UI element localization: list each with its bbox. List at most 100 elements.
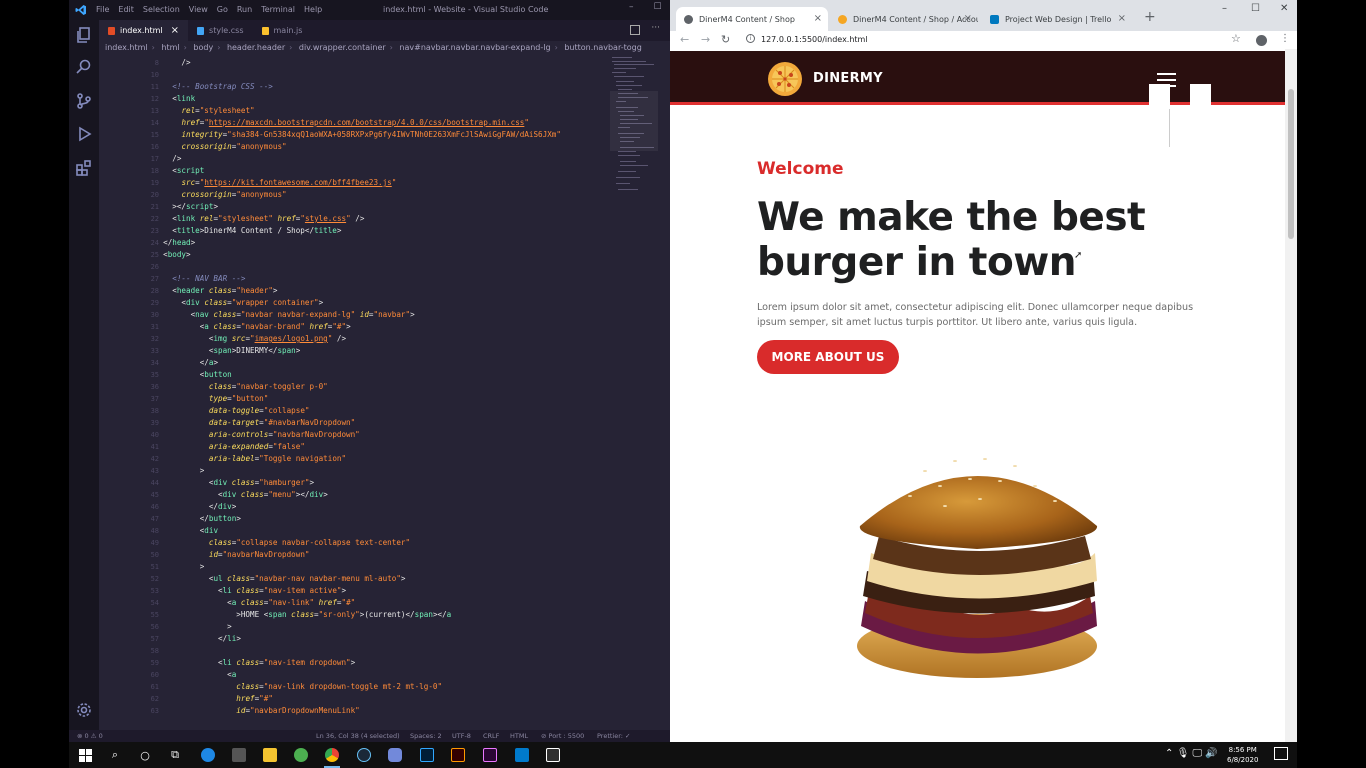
code-line: integrity="sha384-Gn5384xqQ1aoWXA+058RXP… bbox=[181, 130, 561, 139]
task-view-icon[interactable]: ⧉ bbox=[167, 747, 183, 763]
menu-run[interactable]: Run bbox=[237, 5, 252, 14]
bookmark-star-icon[interactable]: ☆ bbox=[1231, 32, 1241, 45]
code-editor[interactable]: 8 10 11 12 13 14 15 16 17 18 19 20 21 22 23 24 25 26 27 28 2… bbox=[99, 55, 670, 730]
indentation-setting[interactable]: Spaces: 2 bbox=[410, 732, 442, 740]
network-icon[interactable]: 🖵 bbox=[1192, 748, 1202, 759]
new-tab-icon[interactable]: + bbox=[1144, 9, 1156, 25]
split-editor-icon[interactable] bbox=[630, 25, 640, 35]
extensions-icon[interactable] bbox=[76, 160, 92, 176]
photoshop-icon[interactable] bbox=[419, 747, 435, 763]
code-line: href="https://maxcdn.bootstrapcdn.com/bo… bbox=[181, 118, 529, 127]
burger-image bbox=[857, 458, 1098, 678]
microphone-icon[interactable]: 🎙 bbox=[1177, 748, 1190, 759]
vscode-titlebar: File Edit Selection View Go Run Terminal… bbox=[69, 0, 670, 20]
steam-icon[interactable] bbox=[356, 747, 372, 763]
tab-index-html[interactable]: index.html × bbox=[99, 20, 189, 41]
menu-terminal[interactable]: Terminal bbox=[261, 5, 295, 14]
breadcrumb-item[interactable]: nav#navbar.navbar.navbar-expand-lg bbox=[399, 43, 550, 52]
source-control-icon[interactable] bbox=[76, 93, 92, 109]
scrollbar-thumb[interactable] bbox=[1288, 89, 1294, 239]
edge-icon[interactable] bbox=[200, 747, 216, 763]
menu-edit[interactable]: Edit bbox=[118, 5, 134, 14]
volume-icon[interactable]: 🔊 bbox=[1205, 748, 1217, 759]
discord-icon[interactable] bbox=[387, 747, 403, 763]
browser-tab-account[interactable]: DinerM4 Content / Shop / Accou × bbox=[830, 7, 978, 31]
search-icon[interactable] bbox=[76, 59, 92, 75]
editor-scrollbar[interactable] bbox=[662, 55, 670, 730]
code-line: > bbox=[154, 622, 232, 631]
run-debug-icon[interactable] bbox=[76, 126, 92, 142]
code-text[interactable]: /> <!-- Bootstrap CSS --> <link rel="sty… bbox=[154, 55, 614, 730]
menu-go[interactable]: Go bbox=[217, 5, 228, 14]
premiere-icon[interactable] bbox=[482, 747, 498, 763]
more-about-us-button[interactable]: MORE ABOUT US bbox=[757, 340, 899, 374]
tab-main-js[interactable]: main.js bbox=[253, 20, 312, 41]
store-icon[interactable] bbox=[231, 747, 247, 763]
code-line: aria-expanded="false" bbox=[208, 442, 305, 451]
code-line: class="nav-link dropdown-toggle mt-2 mt-… bbox=[236, 682, 443, 691]
kebab-menu-icon[interactable]: ⋮ bbox=[1280, 33, 1290, 44]
breadcrumb-item[interactable]: body bbox=[193, 43, 213, 52]
clock[interactable]: 8:56 PM 6/8/2020 bbox=[1227, 745, 1258, 765]
tab-style-css[interactable]: style.css bbox=[188, 20, 252, 41]
encoding-setting[interactable]: UTF-8 bbox=[452, 732, 471, 740]
profile-avatar-icon[interactable] bbox=[1256, 35, 1267, 46]
brand-name[interactable]: DINERMY bbox=[813, 71, 883, 86]
more-actions-icon[interactable]: ··· bbox=[651, 23, 660, 33]
pizza-logo-icon[interactable] bbox=[767, 61, 803, 97]
reload-icon[interactable]: ↻ bbox=[721, 33, 730, 46]
close-tab-icon[interactable]: × bbox=[814, 13, 822, 24]
explorer-icon[interactable] bbox=[76, 27, 92, 43]
app-icon[interactable] bbox=[293, 747, 309, 763]
code-line: <img src="images/logo1.png" /> bbox=[154, 334, 347, 343]
language-mode[interactable]: HTML bbox=[510, 732, 528, 740]
code-line: </div> bbox=[154, 502, 237, 511]
cortana-icon[interactable]: ○ bbox=[137, 747, 153, 763]
close-tab-icon[interactable]: × bbox=[1118, 13, 1126, 24]
desktop: File Edit Selection View Go Run Terminal… bbox=[0, 0, 1366, 768]
live-server-port[interactable]: ⊘ Port : 5500 bbox=[541, 732, 584, 740]
page-scrollbar[interactable] bbox=[1285, 49, 1297, 742]
forward-arrow-icon[interactable]: → bbox=[701, 33, 710, 46]
browser-tab-trello[interactable]: Project Web Design | Trello × bbox=[982, 7, 1132, 31]
vscode-icon[interactable] bbox=[514, 747, 530, 763]
breadcrumb-item[interactable]: html bbox=[161, 43, 179, 52]
site-info-icon[interactable]: i bbox=[746, 34, 755, 43]
maximize-icon[interactable]: ☐ bbox=[654, 2, 662, 12]
chrome-icon[interactable] bbox=[324, 747, 340, 763]
breadcrumb-item[interactable]: index.html bbox=[105, 43, 148, 52]
close-tab-icon[interactable]: × bbox=[171, 25, 179, 36]
close-window-icon[interactable]: ✕ bbox=[1280, 3, 1288, 14]
minimap[interactable] bbox=[610, 55, 658, 255]
menu-selection[interactable]: Selection bbox=[143, 5, 180, 14]
minimize-icon[interactable]: – bbox=[629, 2, 634, 12]
white-block bbox=[1190, 84, 1211, 109]
address-bar[interactable]: 127.0.0.1:5500/index.html bbox=[761, 35, 868, 44]
prettier-status[interactable]: Prettier: ✓ bbox=[597, 732, 631, 740]
show-hidden-icons-icon[interactable]: ⌃ bbox=[1165, 748, 1173, 759]
close-tab-icon[interactable]: × bbox=[964, 13, 972, 24]
eol-setting[interactable]: CRLF bbox=[483, 732, 499, 740]
menu-help[interactable]: Help bbox=[304, 5, 322, 14]
breadcrumb-item[interactable]: header.header bbox=[227, 43, 285, 52]
menu-file[interactable]: File bbox=[96, 5, 109, 14]
browser-tab-shop[interactable]: DinerM4 Content / Shop × bbox=[676, 7, 828, 31]
breadcrumb-item[interactable]: div.wrapper.container bbox=[299, 43, 386, 52]
illustrator-icon[interactable] bbox=[450, 747, 466, 763]
breadcrumb-item[interactable]: button.navbar-togg bbox=[564, 43, 641, 52]
notification-center-icon[interactable] bbox=[1274, 747, 1288, 760]
problems-indicator[interactable]: ⊗ 0 ⚠ 0 bbox=[77, 732, 103, 740]
cursor-position[interactable]: Ln 36, Col 38 (4 selected) bbox=[316, 732, 400, 740]
maximize-icon[interactable]: ☐ bbox=[1251, 3, 1260, 14]
file-explorer-icon[interactable] bbox=[262, 747, 278, 763]
menu-view[interactable]: View bbox=[189, 5, 208, 14]
epic-games-icon[interactable] bbox=[545, 747, 561, 763]
welcome-heading: Welcome bbox=[757, 159, 844, 179]
search-icon[interactable]: ⌕ bbox=[107, 747, 123, 763]
code-line: crossorigin="anonymous" bbox=[181, 142, 287, 151]
back-arrow-icon[interactable]: ← bbox=[680, 33, 689, 46]
settings-gear-icon[interactable] bbox=[76, 702, 92, 718]
hero-description: Lorem ipsum dolor sit amet, consectetur … bbox=[757, 302, 1194, 328]
minimize-icon[interactable]: – bbox=[1222, 3, 1227, 14]
windows-start-icon[interactable] bbox=[77, 747, 93, 763]
